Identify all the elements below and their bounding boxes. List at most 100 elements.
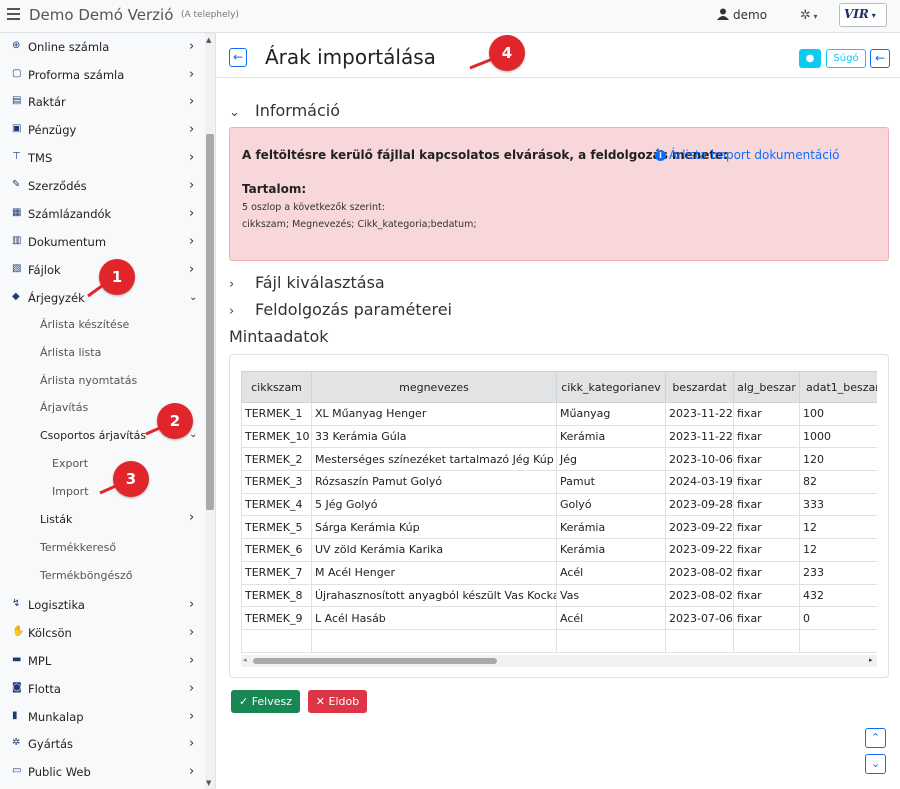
column-header[interactable]: beszardat (665, 371, 734, 403)
hamburger-menu-icon[interactable] (7, 8, 20, 20)
chevron-right-icon: › (189, 681, 195, 696)
user-menu[interactable]: demo (717, 8, 767, 22)
help-button[interactable]: Súgó (826, 49, 866, 68)
table-row[interactable]: TERMEK_4 5 Jég Golyó Golyó 2023-09-28 fixar 3… (241, 492, 877, 517)
sidebar-item-penzugy[interactable]: ▣ Pénzügy › (0, 117, 205, 144)
section-fajl-kivalasztasa[interactable]: › Fájl kiválasztása (229, 273, 385, 292)
annotation-badge-3: 3 (113, 461, 149, 497)
sample-data-table-wrapper[interactable]: cikkszam megnevezes cikk_kategorianev be… (241, 371, 877, 656)
section-informacio[interactable]: ⌄ Információ (229, 101, 340, 120)
sidebar-subitem-arlista-keszitese[interactable]: Árlista készítése (40, 318, 129, 331)
table-cell: Vas (556, 583, 666, 608)
sidebar-scrollbar-thumb[interactable] (206, 134, 214, 510)
sidebar-subitem-arjavitas[interactable]: Árjavítás (40, 401, 88, 414)
chat-button[interactable]: ● (799, 49, 821, 68)
sidebar-subitem-arlista-lista[interactable]: Árlista lista (40, 346, 101, 359)
sidebar-item-label: Online számla (28, 40, 110, 54)
chevron-right-icon: › (229, 304, 235, 319)
section-title: Fájl kiválasztása (255, 273, 385, 292)
sidebar-subitem-termekkereso[interactable]: Termékkereső (40, 541, 116, 554)
sidebar-item-label: Árjegyzék (28, 291, 85, 305)
chevron-right-icon: › (189, 625, 195, 640)
table-row[interactable]: TERMEK_3 Rózsaszín Pamut Golyó Pamut 2024-0… (241, 470, 877, 494)
scroll-right-arrow-icon[interactable]: ▸ (869, 656, 873, 664)
settings-gear-icon[interactable]: ✲ ▾ (800, 8, 817, 23)
chevron-down-icon: ⌄ (189, 292, 198, 303)
scroll-up-arrow-icon[interactable]: ▲ (206, 36, 211, 44)
table-cell: 2023-09-22 (665, 538, 734, 562)
sidebar-subitem-listak[interactable]: Listák (40, 513, 72, 526)
site-subtitle: (A telephely) (181, 10, 239, 20)
return-button[interactable]: ← (870, 49, 890, 68)
sidebar-item-flotta[interactable]: ◙ Flotta › (0, 676, 205, 703)
sidebar-item-szerzodes[interactable]: ✎ Szerződés › (0, 173, 205, 200)
company-logo[interactable]: VIR ▾ (839, 3, 887, 27)
sidebar-item-label: TMS (28, 151, 53, 165)
table-row[interactable]: TERMEK_7 M Acél Henger Acél 2023-08-02 fixar… (241, 560, 877, 585)
table-scrollbar-thumb[interactable] (253, 658, 497, 664)
table-cell: 12 (799, 538, 877, 562)
sidebar-item-raktar[interactable]: ▤ Raktár › (0, 89, 205, 116)
annotation-badge-1: 1 (99, 259, 135, 295)
sidebar-item-label: Gyártás (28, 737, 74, 751)
scroll-down-arrow-icon[interactable]: ▼ (206, 779, 211, 787)
table-row[interactable]: TERMEK_2 Mesterséges színezéket tartalmaz… (241, 447, 877, 472)
sidebar-item-public-web[interactable]: ▭ Public Web › (0, 759, 205, 786)
sidebar-item-arjegyzek[interactable]: ◆ Árjegyzék ⌄ (0, 285, 205, 312)
table-row[interactable]: TERMEK_6 UV zöld Kerámia Karika Kerámia 202… (241, 538, 877, 562)
column-header[interactable]: adat1_beszar (799, 371, 877, 403)
sidebar-subitem-termekbongeszo[interactable]: Termékböngésző (40, 569, 132, 582)
table-cell: fixar (733, 606, 800, 630)
sidebar-item-tms[interactable]: ⊤ TMS › (0, 145, 205, 172)
scroll-left-arrow-icon[interactable]: ◂ (243, 656, 247, 664)
hand-icon: ✋ (12, 626, 25, 637)
sidebar-item-gyartas[interactable]: ✲ Gyártás › (0, 731, 205, 758)
add-button[interactable]: ✓ Felvesz (231, 690, 300, 713)
back-button[interactable]: ← (229, 48, 247, 67)
table-cell: Kerámia (556, 424, 666, 449)
table-cell: Újrahasznosított anyagból készült Vas Ko… (311, 583, 557, 608)
table-cell: fixar (733, 515, 800, 540)
sidebar-item-label: Fájlok (28, 263, 61, 277)
column-header[interactable]: alg_beszar (733, 371, 800, 403)
sidebar-item-szamlazandok[interactable]: ▦ Számlázandók › (0, 201, 205, 228)
sidebar-item-logisztika[interactable]: ↯ Logisztika › (0, 592, 205, 619)
table-cell: TERMEK_5 (241, 515, 312, 540)
sidebar-subitem-csoportos-arjavitas[interactable]: Csoportos árjavítás (40, 429, 146, 442)
documentation-link[interactable]: i Árlista import dokumentáció (655, 148, 840, 162)
table-row[interactable] (241, 628, 877, 653)
section-feldolgozas-parameterei[interactable]: › Feldolgozás paraméterei (229, 300, 452, 319)
table-row[interactable]: TERMEK_9 L Acél Hasáb Acél 2023-07-06 fixar 0 (241, 606, 877, 630)
sidebar-subitem-export[interactable]: Export (52, 457, 88, 470)
documentation-link-text: Árlista import dokumentáció (669, 148, 840, 162)
sidebar-item-mpl[interactable]: ▬ MPL › (0, 648, 205, 675)
sidebar-item-online-szamla[interactable]: ⊕ Online számla › (0, 34, 205, 61)
sidebar-item-proforma-szamla[interactable]: ▢ Proforma számla › (0, 62, 205, 89)
sidebar-item-munkalap[interactable]: ▮ Munkalap › (0, 704, 205, 731)
table-row[interactable]: TERMEK_1 XL Műanyag Henger Műanyag 2023-11-… (241, 402, 877, 426)
sidebar-subitem-arlista-nyomtatas[interactable]: Árlista nyomtatás (40, 374, 137, 387)
table-row[interactable]: TERMEK_5 Sárga Kerámia Kúp Kerámia 2023-09-… (241, 515, 877, 540)
table-cell: 432 (799, 583, 877, 608)
chevron-right-icon: › (189, 94, 195, 109)
table-row[interactable]: TERMEK_10 33 Kerámia Gúla Kerámia 2023-11-2… (241, 424, 877, 449)
table-cell: 2023-09-22 (665, 515, 734, 540)
chevron-down-icon: ⌄ (229, 105, 240, 120)
scroll-to-top-button[interactable]: ⌃ (865, 728, 886, 748)
tags-icon: ◆ (12, 291, 20, 302)
chevron-right-icon: › (189, 597, 195, 612)
column-header[interactable]: megnevezes (311, 371, 557, 403)
discard-button[interactable]: ✕ Eldob (308, 690, 367, 713)
table-row[interactable]: TERMEK_8 Újrahasznosított anyagból készül… (241, 583, 877, 608)
user-name: demo (733, 8, 768, 22)
table-cell: 82 (799, 470, 877, 494)
column-header[interactable]: cikk_kategorianev (556, 371, 666, 403)
sidebar-item-dokumentum[interactable]: ▥ Dokumentum › (0, 229, 205, 256)
chevron-right-icon: › (189, 764, 195, 779)
table-cell: TERMEK_3 (241, 470, 312, 494)
scroll-to-bottom-button[interactable]: ⌄ (865, 754, 886, 774)
table-cell: TERMEK_9 (241, 606, 312, 630)
sidebar-item-kolcson[interactable]: ✋ Kölcsön › (0, 620, 205, 647)
sidebar-subitem-import[interactable]: Import (52, 485, 89, 498)
column-header[interactable]: cikkszam (241, 371, 312, 403)
